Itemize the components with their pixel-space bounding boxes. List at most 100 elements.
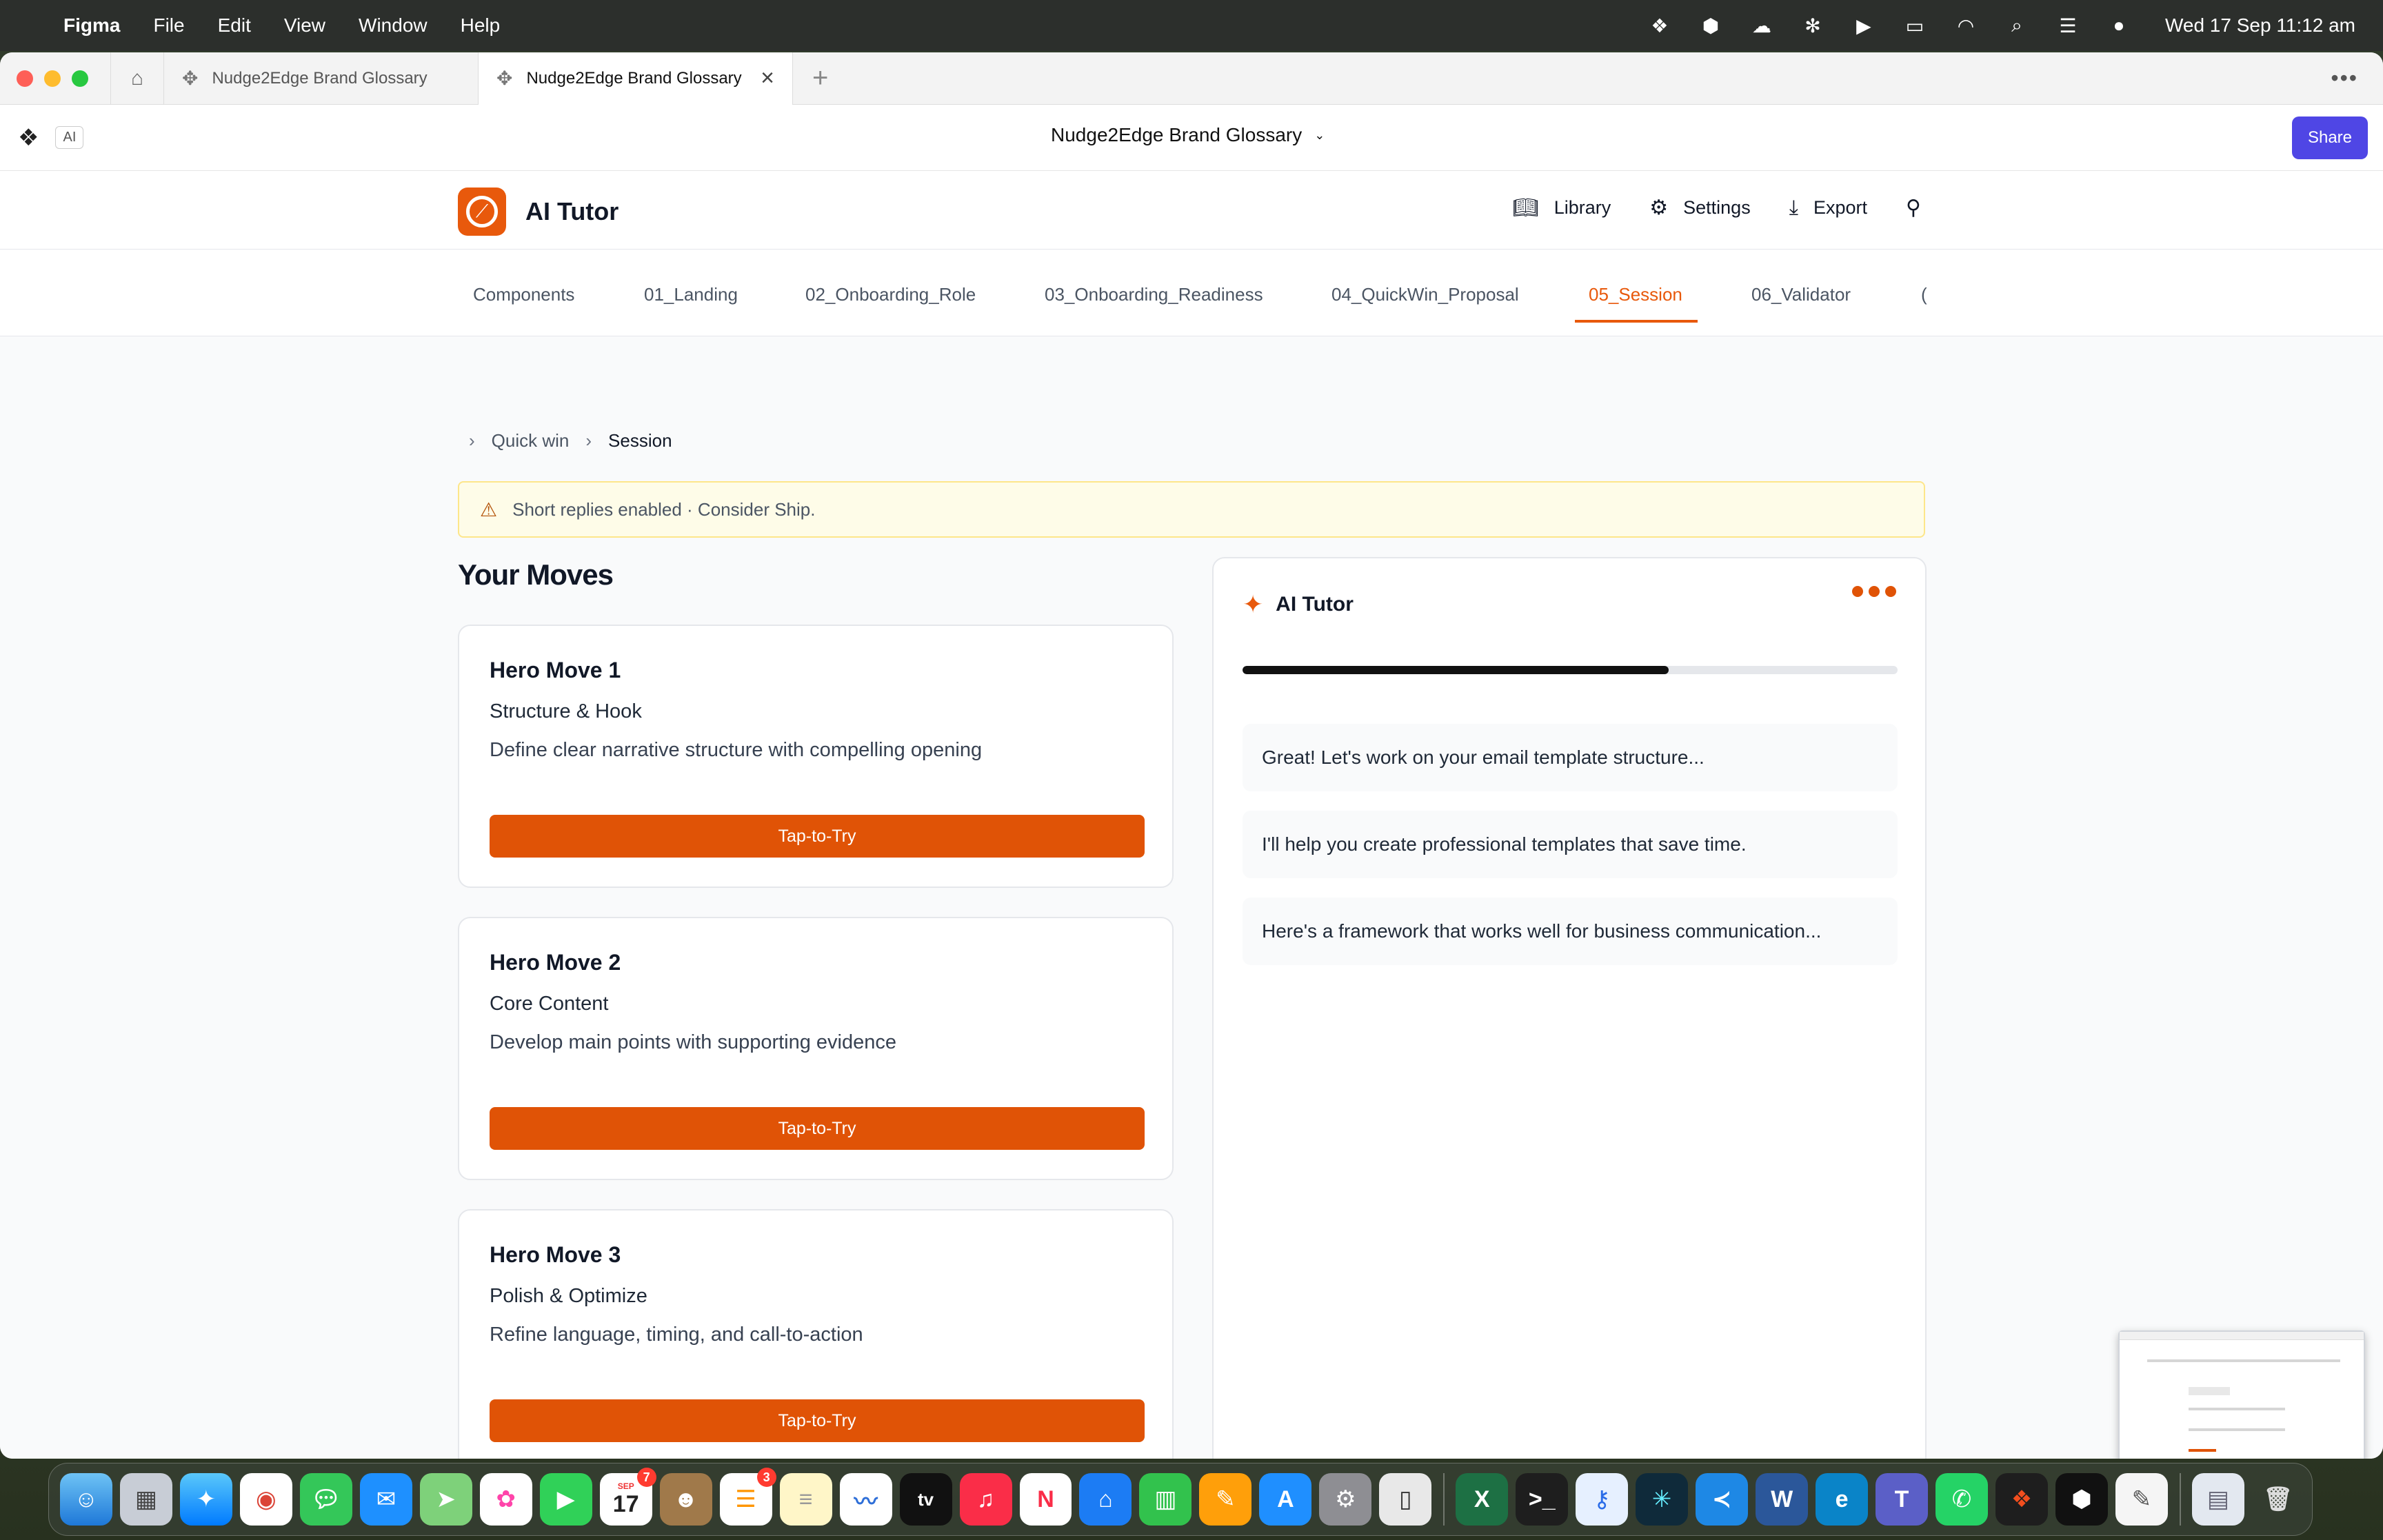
tab-quickwin-proposal[interactable]: 04_QuickWin_Proposal <box>1331 284 1519 305</box>
control-center-icon[interactable]: ☰ <box>2056 15 2080 37</box>
menu-clock[interactable]: Wed 17 Sep 11:12 am <box>2165 14 2355 37</box>
screen-capture-thumbnail[interactable] <box>2118 1330 2365 1459</box>
keynote-icon[interactable]: ⌂ <box>1079 1473 1132 1526</box>
calendar-day: 17 <box>612 1490 639 1517</box>
wifi-icon[interactable]: ◠ <box>1954 15 1978 37</box>
teams-icon[interactable]: T <box>1876 1473 1929 1526</box>
warning-icon: ⚠ <box>480 498 498 520</box>
maps-icon[interactable]: ➤ <box>419 1473 472 1526</box>
tab-truncated[interactable]: ( <box>1921 284 1927 305</box>
figma-logo-icon[interactable]: ❖ <box>18 124 39 152</box>
download-icon: ⤓ <box>1789 196 1798 219</box>
app-header: ⟋ AI Tutor 📖︎ Library ⚙ Settings ⤓ Expor… <box>0 171 2383 250</box>
tab-session[interactable]: 05_Session <box>1589 284 1682 305</box>
settings-link[interactable]: ⚙ Settings <box>1649 196 1750 220</box>
tab-validator[interactable]: 06_Validator <box>1751 284 1851 305</box>
more-options-icon[interactable]: ••• <box>2331 65 2358 91</box>
menu-app-figma[interactable]: Figma <box>63 14 120 37</box>
whatsapp-icon[interactable]: ✆ <box>1935 1473 1988 1526</box>
finder-icon[interactable]: ☺ <box>60 1473 112 1526</box>
chrome-icon[interactable]: ◉ <box>239 1473 292 1526</box>
new-tab-icon[interactable]: + <box>812 63 828 94</box>
edge-icon[interactable]: e <box>1816 1473 1869 1526</box>
terminal-icon[interactable]: >_ <box>1516 1473 1569 1526</box>
gear-menu-icon[interactable]: ✻ <box>1801 15 1824 37</box>
hero-move-title: Hero Move 1 <box>490 658 621 682</box>
more-dots-icon[interactable] <box>1852 586 1896 597</box>
photos-icon[interactable]: ✿ <box>479 1473 532 1526</box>
brand-logo[interactable]: ⟋ <box>458 188 506 236</box>
numbers-icon[interactable]: ▥ <box>1139 1473 1192 1526</box>
calendar-badge: 7 <box>636 1468 656 1487</box>
minimize-window-button[interactable] <box>44 70 61 87</box>
tab-onboarding-readiness[interactable]: 03_Onboarding_Readiness <box>1045 284 1263 305</box>
file-tab-1[interactable]: ✥ Nudge2Edge Brand Glossary <box>164 52 479 105</box>
freeform-icon[interactable]: 〰 <box>839 1473 892 1526</box>
menu-window[interactable]: Window <box>359 14 428 37</box>
export-link[interactable]: ⤓ Export <box>1789 196 1867 220</box>
close-window-button[interactable] <box>17 70 33 87</box>
file-tab-label: Nudge2Edge Brand Glossary <box>212 68 428 88</box>
news-icon[interactable]: N <box>1019 1473 1072 1526</box>
cloud-icon[interactable]: ☁ <box>1750 15 1773 37</box>
file-tab-2[interactable]: ✥ Nudge2Edge Brand Glossary × <box>479 52 793 105</box>
tab-landing[interactable]: 01_Landing <box>644 284 738 305</box>
cube-menu-icon[interactable]: ⬢ <box>1699 15 1722 37</box>
hero-move-subtitle: Polish & Optimize <box>490 1285 647 1307</box>
launchpad-icon[interactable]: ▦ <box>119 1473 172 1526</box>
notes-icon[interactable]: ≡ <box>779 1473 832 1526</box>
profile-button[interactable]: ⚲ <box>1906 196 1921 220</box>
pages-icon[interactable]: ✎ <box>1199 1473 1252 1526</box>
hero-move-subtitle: Structure & Hook <box>490 700 642 722</box>
calendar-icon[interactable]: SEP 17 7 <box>599 1468 656 1526</box>
battery-icon[interactable]: ▭ <box>1903 15 1927 37</box>
tab-components[interactable]: Components <box>473 284 574 305</box>
file-title[interactable]: Nudge2Edge Brand Glossary ⌄ <box>1051 124 1325 146</box>
settings-label: Settings <box>1683 197 1751 218</box>
ai-tutor-title: AI Tutor <box>1276 593 1354 616</box>
tutor-message: Here's a framework that works well for b… <box>1243 898 1898 965</box>
zoom-window-button[interactable] <box>72 70 88 87</box>
play-circle-icon[interactable]: ▶ <box>1852 15 1876 37</box>
ai-chip[interactable]: AI <box>55 126 84 149</box>
figma-menu-icon[interactable]: ❖ <box>1648 15 1671 37</box>
menu-help[interactable]: Help <box>461 14 501 37</box>
excel-icon[interactable]: X <box>1456 1473 1509 1526</box>
file-title-label: Nudge2Edge Brand Glossary <box>1051 124 1303 145</box>
trash-icon[interactable]: 🗑︎ <box>2252 1473 2304 1526</box>
facetime-icon[interactable]: ▶ <box>539 1473 592 1526</box>
reminders-icon[interactable]: ☰ 3 <box>719 1468 776 1526</box>
contacts-icon[interactable]: ☻ <box>659 1473 712 1526</box>
messages-icon[interactable]: 💬︎ <box>299 1473 352 1526</box>
tap-to-try-button[interactable]: Tap-to-Try <box>490 1399 1145 1442</box>
tap-to-try-button[interactable]: Tap-to-Try <box>490 1107 1145 1150</box>
perplexity-icon[interactable]: ✳ <box>1636 1473 1689 1526</box>
menu-view[interactable]: View <box>284 14 325 37</box>
library-link[interactable]: 📖︎ Library <box>1513 196 1611 220</box>
textedit-icon[interactable]: ✎ <box>2115 1473 2168 1526</box>
cube-app-icon[interactable]: ⬢ <box>2055 1473 2108 1526</box>
spotlight-search-icon[interactable]: ⌕ <box>2005 14 2029 36</box>
home-tab[interactable]: ⌂ <box>110 52 164 105</box>
apple-tv-icon[interactable]: tv <box>899 1473 952 1526</box>
music-icon[interactable]: ♫ <box>959 1473 1012 1526</box>
close-tab-icon[interactable]: × <box>761 65 774 92</box>
menu-file[interactable]: File <box>153 14 184 37</box>
word-icon[interactable]: W <box>1756 1473 1809 1526</box>
tab-onboarding-role[interactable]: 02_Onboarding_Role <box>805 284 976 305</box>
iphone-mirroring-icon[interactable]: ▯ <box>1379 1473 1432 1526</box>
mail-icon[interactable]: ✉ <box>359 1473 412 1526</box>
hero-move-title: Hero Move 2 <box>490 950 621 975</box>
siri-icon[interactable]: ● <box>2107 14 2131 36</box>
menu-edit[interactable]: Edit <box>218 14 251 37</box>
app-store-icon[interactable]: A <box>1259 1473 1312 1526</box>
safari-icon[interactable]: ✦ <box>179 1473 232 1526</box>
documents-folder-icon[interactable]: ▤ <box>2191 1473 2244 1526</box>
vscode-icon[interactable]: ≺ <box>1696 1473 1749 1526</box>
keychain-icon[interactable]: ⚷ <box>1576 1473 1629 1526</box>
figma-dock-icon[interactable]: ❖ <box>1995 1473 2048 1526</box>
system-settings-icon[interactable]: ⚙ <box>1319 1473 1372 1526</box>
tap-to-try-button[interactable]: Tap-to-Try <box>490 815 1145 858</box>
breadcrumb-quick-win[interactable]: Quick win <box>492 430 570 452</box>
share-button[interactable]: Share <box>2292 116 2368 159</box>
